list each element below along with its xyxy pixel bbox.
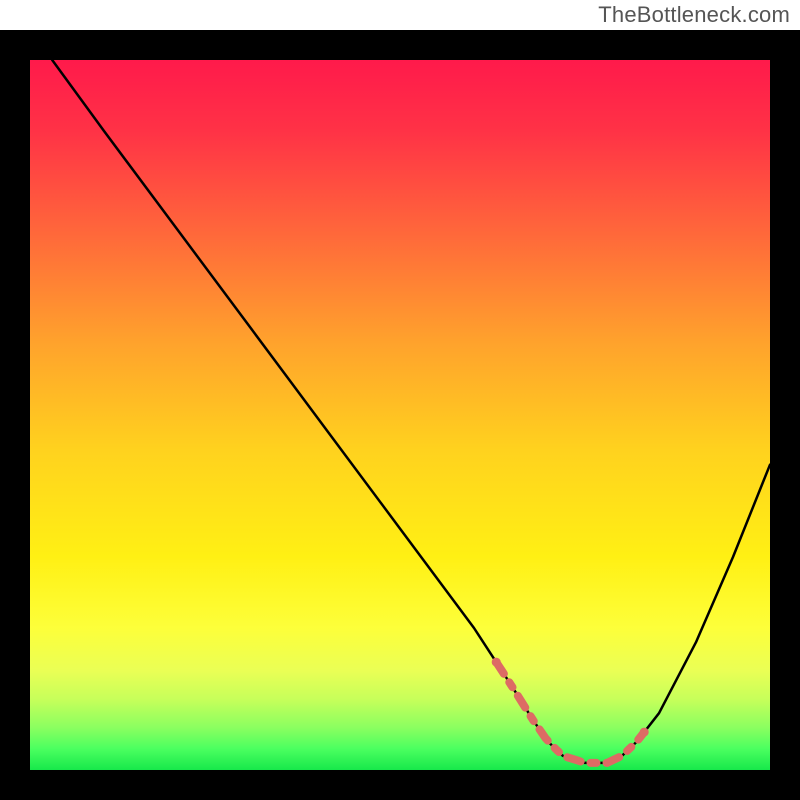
plot-background [30, 60, 770, 770]
highlight-endpoint [640, 728, 649, 737]
highlight-endpoint [492, 658, 501, 667]
bottleneck-chart [0, 30, 800, 800]
watermark-text: TheBottleneck.com [598, 2, 790, 28]
chart-svg [0, 30, 800, 800]
